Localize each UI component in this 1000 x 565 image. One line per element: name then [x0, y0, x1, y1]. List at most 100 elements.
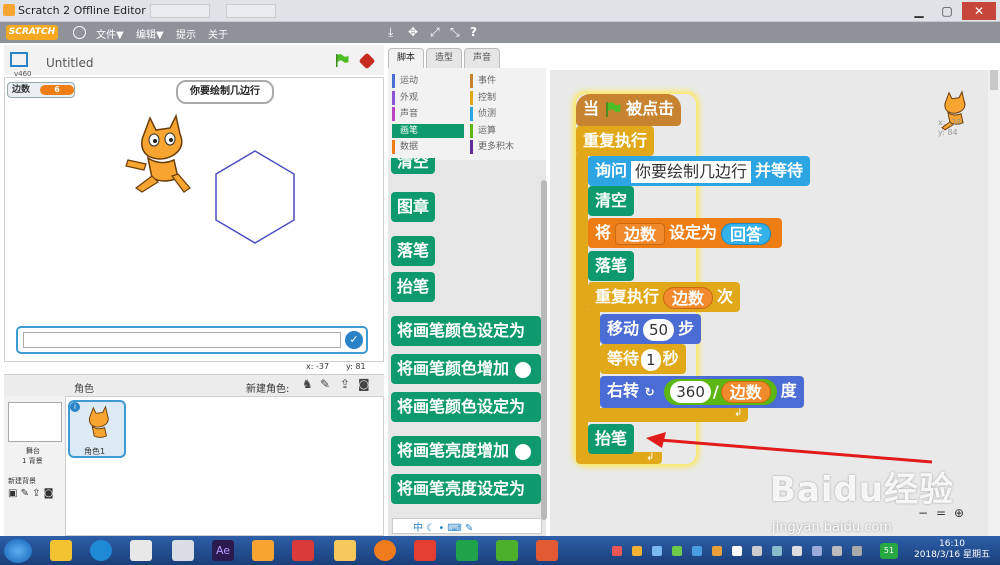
move-steps-block[interactable]: 移动 50 步 — [600, 314, 702, 344]
camera-icon[interactable]: ◙ — [358, 377, 370, 391]
background-tab[interactable] — [150, 4, 210, 18]
taskbar-clock[interactable]: 16:10 2018/3/16 星期五 — [912, 539, 992, 561]
taskbar-app-icon[interactable] — [496, 540, 518, 561]
tray-icon[interactable] — [672, 546, 682, 556]
category-2[interactable]: 声音 — [392, 107, 464, 121]
palette-block-stamp[interactable]: 图章 — [391, 192, 436, 222]
tray-icon[interactable] — [692, 546, 702, 556]
tray-badge[interactable]: 51 — [880, 543, 898, 559]
delete-tool-icon[interactable]: ✥ — [408, 25, 418, 39]
tray-icon[interactable] — [612, 546, 622, 556]
menu-about[interactable]: 关于 — [208, 26, 228, 41]
taskbar-scratch-icon[interactable] — [252, 540, 274, 561]
category-4[interactable]: 数据 — [392, 140, 464, 154]
backdrop-tools-icon[interactable]: ▣ ✎ ⇪ ◙ — [8, 488, 53, 499]
palette-block-set-pen-shade[interactable]: 将画笔颜色设定为 — [391, 392, 541, 422]
palette-block-set-pen-color[interactable]: 将画笔颜色设定为 — [391, 316, 541, 346]
move-steps-input[interactable]: 50 — [643, 318, 675, 341]
cat-sprite-icon[interactable] — [120, 110, 200, 195]
turn-degrees-input[interactable]: 360 — [670, 381, 711, 403]
minimize-button[interactable]: ▁ — [906, 2, 932, 20]
repeat-block[interactable]: 重复执行 边数次 — [588, 282, 741, 312]
category-8[interactable]: 运算 — [470, 123, 542, 138]
green-flag-icon[interactable] — [335, 54, 349, 67]
sprite-library-icon[interactable]: ♞ — [302, 377, 313, 391]
tray-icon[interactable] — [832, 546, 842, 556]
ask-and-wait-block[interactable]: 询问 你要绘制几边行 并等待 — [588, 156, 811, 186]
taskbar-browser-icon[interactable] — [90, 540, 112, 561]
answer-reporter[interactable]: 回答 — [721, 222, 772, 245]
paint-sprite-icon[interactable]: ✎ — [320, 377, 330, 391]
answer-input[interactable] — [23, 332, 341, 348]
scrollbar-thumb[interactable] — [990, 70, 998, 90]
taskbar-app-icon[interactable] — [130, 540, 152, 561]
category-7[interactable]: 侦测 — [470, 107, 542, 121]
menu-file[interactable]: 文件▼ — [96, 26, 124, 41]
help-tool-icon[interactable]: ? — [470, 25, 477, 39]
category-5[interactable]: 事件 — [470, 74, 542, 88]
taskbar-app-icon[interactable] — [374, 540, 396, 561]
variable-dropdown[interactable]: 边数 — [615, 222, 666, 245]
duplicate-tool-icon[interactable]: ⤓ — [388, 25, 393, 40]
tab-scripts[interactable]: 脚本 — [388, 48, 424, 68]
upload-sprite-icon[interactable]: ⇪ — [340, 377, 350, 391]
wait-seconds-input[interactable]: 1 — [641, 348, 661, 371]
menu-edit[interactable]: 编辑▼ — [136, 26, 164, 41]
taskbar-folder-icon[interactable] — [334, 540, 356, 561]
taskbar-app-icon[interactable] — [536, 540, 558, 561]
tray-icon[interactable] — [792, 546, 802, 556]
zoom-in-icon[interactable]: ⊕ — [954, 506, 964, 520]
taskbar-app-icon[interactable] — [414, 540, 436, 561]
category-6[interactable]: 控制 — [470, 90, 542, 105]
check-icon[interactable]: ✓ — [345, 331, 363, 349]
category-0[interactable]: 运动 — [392, 74, 464, 88]
turn-right-block[interactable]: 右转 ↻ 360/边数 度 — [600, 376, 804, 408]
tray-icon[interactable] — [732, 546, 742, 556]
divide-operator[interactable]: 360/边数 — [664, 378, 777, 405]
clear-block[interactable]: 清空 — [588, 186, 635, 216]
taskbar-aftereffects-icon[interactable]: Ae — [212, 540, 234, 561]
wait-seconds-block[interactable]: 等待 1 秒 — [600, 344, 686, 374]
tray-icon[interactable] — [772, 546, 782, 556]
taskbar-app-icon[interactable] — [292, 540, 314, 561]
tray-icon[interactable] — [812, 546, 822, 556]
palette-block-set-pen-size[interactable]: 将画笔亮度设定为 — [391, 474, 541, 504]
tab-costumes[interactable]: 造型 — [426, 48, 462, 68]
category-1[interactable]: 外观 — [392, 90, 464, 105]
grow-tool-icon[interactable]: ⤢ — [430, 25, 440, 40]
category-9[interactable]: 更多积木 — [470, 140, 542, 154]
palette-block-pen-up[interactable]: 抬笔 — [391, 272, 436, 302]
ime-toolbar[interactable]: 中 ☾ • ⌨ ✎ — [392, 518, 542, 534]
palette-block-change-pen-shade[interactable]: 将画笔亮度增加 — [391, 436, 541, 466]
info-icon[interactable]: i — [70, 402, 80, 412]
pen-down-block[interactable]: 落笔 — [588, 251, 635, 281]
tray-icon[interactable] — [712, 546, 722, 556]
when-flag-clicked-block[interactable]: 当 被点击 — [576, 94, 682, 126]
palette-block-change-pen-color[interactable]: 将画笔颜色增加 — [391, 354, 541, 384]
taskbar-app-icon[interactable] — [50, 540, 72, 561]
stage-thumbnail[interactable] — [8, 402, 62, 442]
close-button[interactable]: ✕ — [962, 2, 996, 20]
volume-icon[interactable] — [852, 546, 862, 556]
globe-icon[interactable] — [73, 26, 86, 39]
background-tab[interactable] — [226, 4, 276, 18]
tray-icon[interactable] — [632, 546, 642, 556]
tab-sounds[interactable]: 声音 — [464, 48, 500, 68]
pen-up-block[interactable]: 抬笔 — [588, 424, 635, 454]
ask-text-input[interactable]: 你要绘制几边行 — [631, 160, 752, 183]
divisor-reporter[interactable]: 边数 — [720, 381, 771, 403]
fullscreen-icon[interactable] — [10, 52, 28, 67]
repeat-count-reporter[interactable]: 边数 — [663, 286, 714, 309]
tray-icon[interactable] — [752, 546, 762, 556]
menu-tips[interactable]: 提示 — [176, 26, 196, 41]
tray-icon[interactable] — [652, 546, 662, 556]
maximize-button[interactable]: ▢ — [934, 2, 960, 20]
category-3[interactable]: 画笔 — [392, 123, 464, 138]
start-button-icon[interactable] — [4, 539, 32, 563]
project-title[interactable]: Untitled — [46, 56, 93, 70]
palette-block-pen-down[interactable]: 落笔 — [391, 236, 436, 266]
forever-block[interactable]: 重复执行 — [576, 126, 655, 156]
number-slot[interactable] — [514, 443, 531, 460]
scratch-logo[interactable]: SCRATCH — [6, 25, 58, 40]
taskbar-calculator-icon[interactable] — [172, 540, 194, 561]
